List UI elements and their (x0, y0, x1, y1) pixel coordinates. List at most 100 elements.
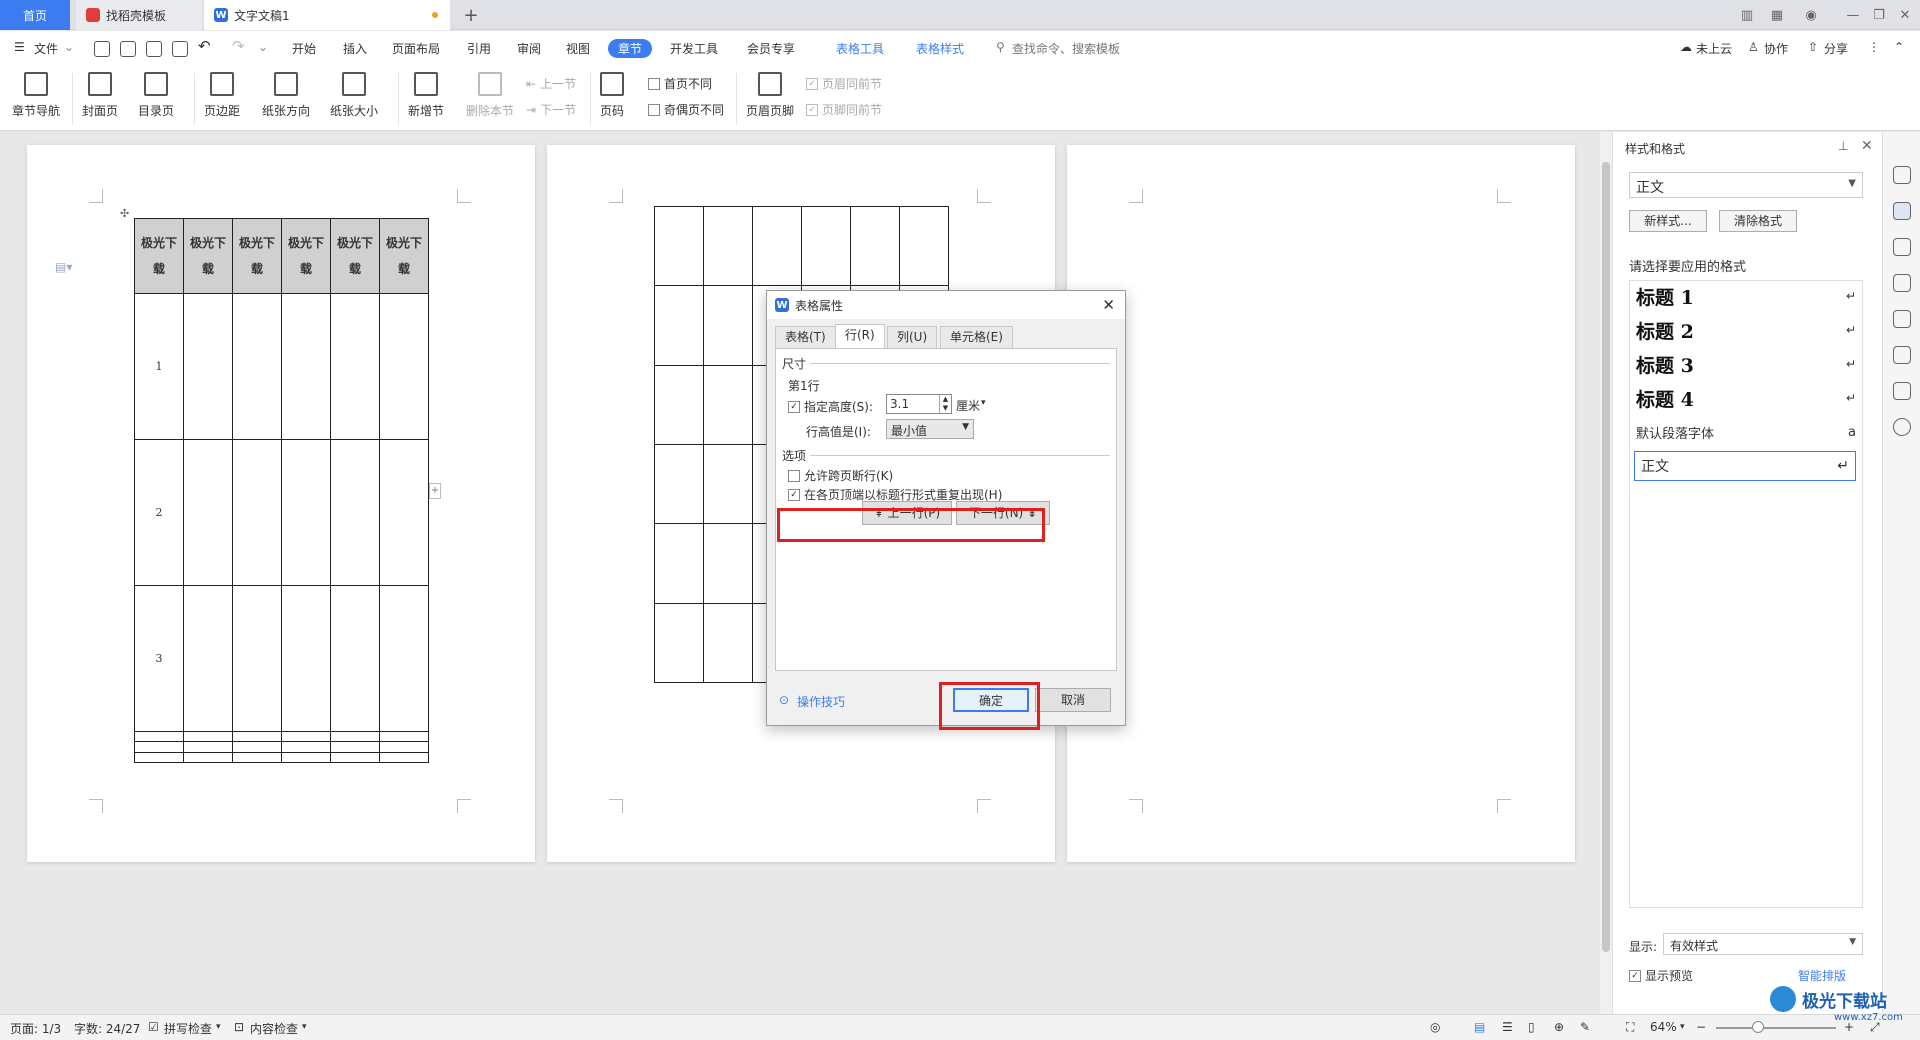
content-check-icon[interactable]: ⊡ (234, 1020, 244, 1034)
show-preview-box[interactable]: ✓ (1629, 969, 1641, 982)
more-icon[interactable]: ⋮ (1868, 40, 1880, 54)
outline-view-icon[interactable]: ☰ (1502, 1020, 1513, 1034)
orientation-button[interactable]: 纸张方向 (262, 72, 310, 119)
redo-icon[interactable]: ↷ (232, 37, 245, 55)
dialog-titlebar[interactable]: W 表格属性 ✕ (767, 291, 1125, 319)
table-cell[interactable] (183, 438, 233, 586)
allow-break-box[interactable] (788, 469, 800, 482)
print-preview-icon[interactable] (172, 41, 188, 57)
row-number-cell[interactable]: 2 (134, 438, 184, 586)
dialog-close-icon[interactable]: ✕ (1102, 296, 1115, 314)
file-chevron-icon[interactable]: ⌄ (64, 40, 74, 54)
table-cell[interactable] (134, 741, 184, 753)
tips-icon[interactable]: ⊙ (779, 693, 789, 707)
table-cell[interactable] (899, 205, 949, 287)
tab-column[interactable]: 列(U) (887, 326, 938, 348)
menu-start[interactable]: 开始 (292, 40, 316, 57)
export-icon[interactable] (120, 41, 136, 57)
next-section-button[interactable]: ⇥ 下一节 (526, 101, 576, 118)
row-number-cell[interactable]: 1 (134, 293, 184, 440)
table-cell[interactable] (703, 602, 753, 684)
chapter-nav-button[interactable]: 章节导航 (12, 72, 60, 119)
add-column-icon[interactable]: + (429, 483, 441, 499)
vertical-scrollbar[interactable] (1600, 132, 1612, 1014)
table-cell[interactable] (330, 293, 380, 440)
header-footer-button[interactable]: 页眉页脚 (746, 72, 794, 119)
save-icon[interactable] (94, 41, 110, 57)
content-check-button[interactable]: 内容检查 (250, 1020, 298, 1037)
toc-page-button[interactable]: 目录页 (138, 72, 174, 119)
table-cell[interactable] (703, 285, 753, 366)
allow-break-checkbox[interactable]: 允许跨页断行(K) (788, 467, 893, 484)
table-cell[interactable] (703, 364, 753, 445)
zoom-slider-thumb[interactable] (1752, 1021, 1764, 1033)
table-cell[interactable] (703, 205, 753, 287)
prev-section-button[interactable]: ⇤ 上一节 (526, 75, 576, 92)
style-item-default-font[interactable]: 默认段落字体 a (1636, 417, 1856, 447)
restore-icon[interactable]: ❐ (1868, 5, 1890, 25)
fit-page-icon[interactable]: ⛶ (1626, 1020, 1634, 1035)
write-view-icon[interactable]: ✎ (1580, 1020, 1590, 1034)
cloud-icon[interactable]: ☁ (1680, 40, 1692, 54)
row-height-mode-select[interactable]: 最小值 ▼ (886, 419, 974, 439)
menu-layout[interactable]: 页面布局 (392, 40, 440, 57)
table-cell[interactable] (183, 584, 233, 732)
clear-format-button[interactable]: 清除格式 (1719, 210, 1797, 232)
tab-cell[interactable]: 单元格(E) (940, 326, 1013, 348)
tips-link[interactable]: 操作技巧 (797, 693, 845, 710)
table-cell[interactable] (281, 741, 331, 753)
paragraph-icon[interactable]: ▤▾ (55, 260, 72, 274)
table-cell[interactable] (379, 438, 429, 586)
table-cell[interactable] (379, 730, 429, 743)
style-item-heading2[interactable]: 标题 2 ↵ (1636, 315, 1856, 345)
show-styles-select[interactable]: 有效样式 ▼ (1663, 933, 1863, 955)
cover-page-button[interactable]: 封面页 (82, 72, 118, 119)
cancel-button[interactable]: 取消 (1035, 688, 1111, 712)
table-cell[interactable] (379, 293, 429, 440)
header-same-checkbox[interactable]: ✓ 页眉同前节 (806, 75, 882, 92)
table-cell[interactable] (654, 602, 704, 684)
image-tools-icon[interactable] (1893, 310, 1911, 328)
first-page-diff-checkbox[interactable]: 首页不同 (648, 75, 712, 92)
zoom-slider[interactable] (1716, 1027, 1836, 1029)
menu-view[interactable]: 视图 (566, 40, 590, 57)
footer-same-checkbox[interactable]: ✓ 页脚同前节 (806, 101, 882, 118)
header-cell[interactable]: 极光下 载 (281, 218, 331, 294)
zoom-chevron-icon[interactable]: ▾ (1680, 1022, 1685, 1032)
table-cell[interactable] (232, 751, 282, 764)
undo-icon[interactable]: ↶ (198, 37, 211, 55)
rocket-icon[interactable] (1893, 166, 1911, 184)
spell-check-button[interactable]: 拼写检查 (164, 1020, 212, 1037)
table-cell[interactable] (281, 730, 331, 743)
table-cell[interactable] (850, 205, 900, 287)
menu-file[interactable]: 文件 (34, 40, 58, 57)
table-cell[interactable] (330, 438, 380, 586)
new-tab-button[interactable]: + (458, 2, 484, 28)
table-cell[interactable] (654, 443, 704, 525)
table-cell[interactable] (134, 751, 184, 764)
grid-apps-icon[interactable]: ▦ (1766, 5, 1788, 25)
zoom-level[interactable]: 64% (1650, 1020, 1677, 1034)
table-cell[interactable] (183, 730, 233, 743)
new-style-button[interactable]: 新样式... (1629, 210, 1707, 232)
footer-same-box[interactable]: ✓ (806, 103, 818, 116)
scrollbar-thumb[interactable] (1602, 162, 1610, 952)
tab-document[interactable]: W 文字文稿1 (204, 0, 450, 30)
height-spinner[interactable]: 3.1 ▲ ▼ (886, 394, 952, 414)
panel-close-icon[interactable]: ✕ (1861, 138, 1873, 154)
odd-even-diff-checkbox[interactable]: 奇偶页不同 (648, 101, 724, 118)
web-view-icon[interactable]: ⊕ (1554, 1020, 1564, 1034)
menu-references[interactable]: 引用 (467, 40, 491, 57)
header-same-box[interactable]: ✓ (806, 77, 818, 90)
table-cell[interactable] (232, 741, 282, 753)
row-number-cell[interactable]: 3 (134, 584, 184, 732)
table-cell[interactable] (183, 741, 233, 753)
table-cell[interactable] (281, 293, 331, 440)
print-icon[interactable] (146, 41, 162, 57)
new-section-button[interactable]: 新增节 (408, 72, 444, 119)
style-brush-icon[interactable] (1893, 202, 1911, 220)
menu-table-tools[interactable]: 表格工具 (836, 40, 884, 57)
table-cell[interactable] (232, 293, 282, 440)
cloud-status[interactable]: 未上云 (1696, 40, 1732, 57)
menu-member[interactable]: 会员专享 (747, 40, 795, 57)
